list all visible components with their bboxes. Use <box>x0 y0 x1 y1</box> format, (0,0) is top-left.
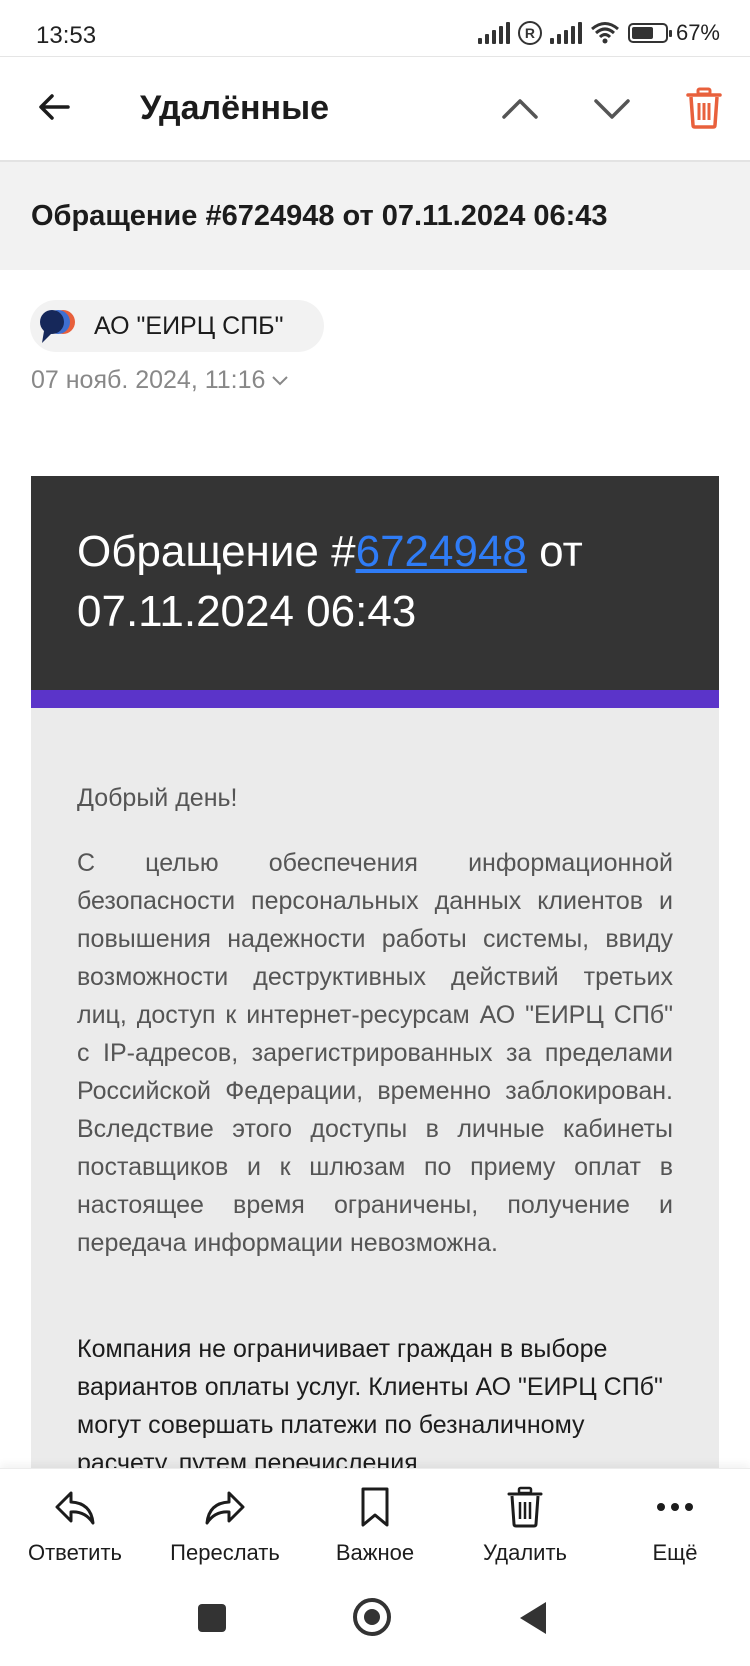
sender-name: АО "ЕИРЦ СПБ" <box>94 311 284 340</box>
sender-date[interactable]: 07 нояб. 2024, 11:16 <box>31 366 289 395</box>
sender-chip[interactable]: АО "ЕИРЦ СПБ" <box>30 300 324 352</box>
trash-icon[interactable] <box>686 87 722 129</box>
chevron-down-icon[interactable] <box>592 89 632 129</box>
roaming-icon: R <box>517 21 542 45</box>
action-toolbar: Ответить Переслать Важное Удалить Ещё <box>0 1468 750 1574</box>
battery-percent: 67% <box>675 20 720 45</box>
back-icon[interactable] <box>520 1602 546 1634</box>
cellular-signal-icon <box>549 22 582 44</box>
accent-strip <box>31 690 719 708</box>
more-dots-icon <box>657 1503 693 1511</box>
forward-icon <box>205 1491 245 1525</box>
more-button[interactable]: Ещё <box>600 1485 750 1566</box>
battery-icon <box>627 23 672 43</box>
ticket-link[interactable]: 6724948 <box>356 527 527 576</box>
important-button[interactable]: Важное <box>300 1485 450 1566</box>
cellular-signal-icon <box>477 22 510 44</box>
home-icon[interactable] <box>353 1598 391 1636</box>
screen: 13:53 R 67% Удалённые Обращение #6724948… <box>0 0 750 1666</box>
system-navigation-bar <box>0 1574 750 1666</box>
bookmark-icon <box>361 1487 389 1527</box>
email-title: Обращение #6724948 от 07.11.2024 06:43 <box>77 527 583 636</box>
date-text: 07 нояб. 2024, 11:16 <box>31 366 266 394</box>
chevron-down-icon <box>272 375 289 385</box>
forward-button[interactable]: Переслать <box>150 1485 300 1566</box>
recent-apps-icon[interactable] <box>198 1604 226 1632</box>
sender-logo-icon <box>34 303 80 349</box>
status-icons: R 67% <box>477 20 720 46</box>
trash-icon <box>507 1486 543 1528</box>
paragraph-2: Компания не ограничивает граждан в выбор… <box>77 1335 663 1477</box>
back-arrow-icon[interactable] <box>34 87 74 127</box>
battery-fill <box>631 27 654 39</box>
email-banner: Обращение #6724948 от 07.11.2024 06:43 <box>31 476 719 690</box>
folder-title: Удалённые <box>140 89 330 127</box>
email-content: Добрый день! С целью обеспечения информа… <box>31 708 719 1477</box>
status-bar: 13:53 R 67% <box>0 0 750 56</box>
status-time: 13:53 <box>36 22 97 49</box>
wifi-icon <box>590 22 619 44</box>
chevron-up-icon[interactable] <box>500 89 540 129</box>
email-subject: Обращение #6724948 от 07.11.2024 06:43 <box>31 200 608 232</box>
paragraph-1: С целью обеспечения информационной безоп… <box>77 849 673 1257</box>
greeting: Добрый день! <box>77 784 238 812</box>
reply-button[interactable]: Ответить <box>0 1485 150 1566</box>
delete-button[interactable]: Удалить <box>450 1485 600 1566</box>
subject-bar: Обращение #6724948 от 07.11.2024 06:43 <box>0 162 750 270</box>
app-header: Удалённые <box>0 56 750 162</box>
reply-icon <box>55 1491 95 1525</box>
